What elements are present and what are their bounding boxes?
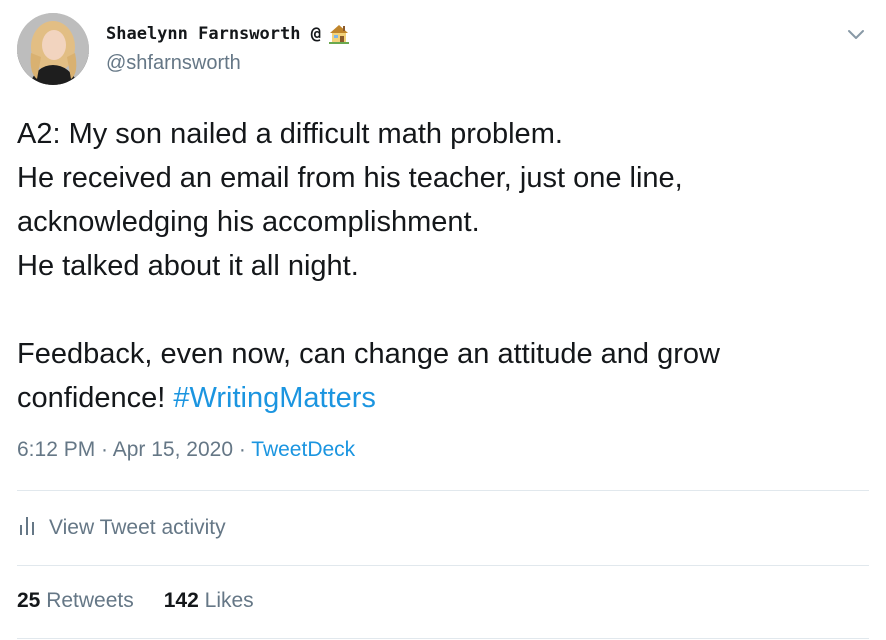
tweet-stats: 25 Retweets 142 Likes	[17, 589, 254, 613]
tweet-line-text: confidence!	[17, 382, 174, 414]
divider	[17, 565, 869, 566]
likes-label: Likes	[204, 589, 254, 612]
house-icon	[327, 22, 351, 46]
tweet-time[interactable]: 6:12 PM	[17, 438, 95, 461]
retweets-count: 25	[17, 589, 41, 612]
paragraph-break	[17, 288, 877, 332]
author-handle[interactable]: @shfarnsworth	[106, 52, 241, 75]
tweet-line-with-hashtag: confidence! #WritingMatters	[17, 376, 877, 420]
hashtag-link[interactable]: #WritingMatters	[173, 382, 376, 414]
likes-count: 142	[163, 589, 199, 612]
author-name[interactable]: Shaelynn Farnsworth @	[106, 22, 351, 46]
tweet-line: Feedback, even now, can change an attitu…	[17, 338, 720, 370]
view-activity-label: View Tweet activity	[49, 516, 226, 539]
meta-separator: ·	[233, 438, 252, 461]
likes-stat[interactable]: 142 Likes	[164, 589, 254, 613]
retweets-label: Retweets	[46, 589, 134, 612]
tweet-line: acknowledging his accomplishment.	[17, 206, 480, 238]
tweet-line: He received an email from his teacher, j…	[17, 162, 683, 194]
display-name-text: Shaelynn Farnsworth @	[106, 24, 321, 44]
bar-chart-icon	[17, 514, 37, 542]
tweet-line: A2: My son nailed a difficult math probl…	[17, 118, 563, 150]
view-activity-button[interactable]: View Tweet activity	[17, 514, 226, 542]
avatar[interactable]	[17, 13, 89, 85]
tweet-date[interactable]: Apr 15, 2020	[113, 438, 233, 461]
meta-separator: ·	[95, 438, 113, 461]
retweets-stat[interactable]: 25 Retweets	[17, 589, 134, 613]
source-link[interactable]: TweetDeck	[251, 438, 355, 461]
chevron-down-icon[interactable]	[846, 24, 866, 44]
divider	[17, 638, 869, 639]
tweet-text: A2: My son nailed a difficult math probl…	[17, 112, 877, 420]
divider	[17, 490, 869, 491]
tweet-line: He talked about it all night.	[17, 250, 359, 282]
tweet-meta: 6:12 PM · Apr 15, 2020 · TweetDeck	[17, 438, 355, 462]
